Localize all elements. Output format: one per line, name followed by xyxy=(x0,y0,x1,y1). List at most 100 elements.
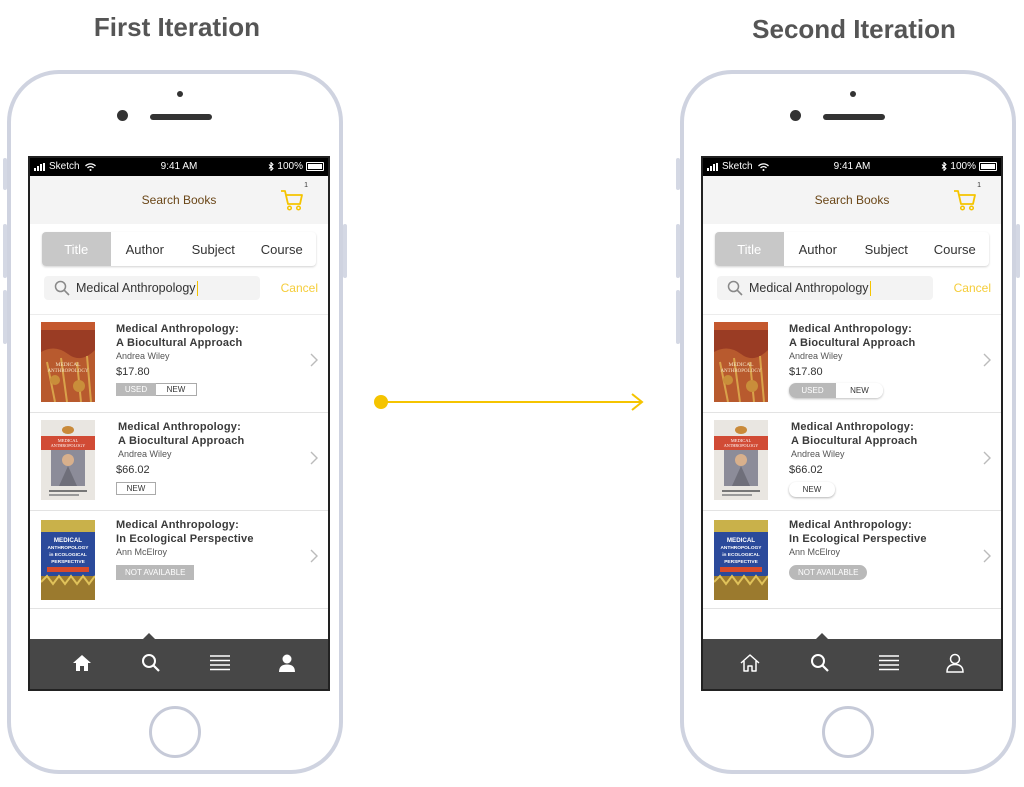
bottom-tab-bar xyxy=(703,633,1001,689)
book-author: Andrea Wiley xyxy=(789,351,843,361)
tab-course[interactable]: Course xyxy=(248,232,317,266)
text-cursor xyxy=(869,280,872,296)
chevron-right-icon xyxy=(310,451,318,465)
cart-icon xyxy=(281,190,303,211)
availability-badge: NOT AVAILABLE xyxy=(116,565,195,580)
book-title: Medical Anthropology: xyxy=(789,519,912,531)
new-option[interactable]: NEW xyxy=(156,383,197,396)
svg-text:PERSPECTIVE: PERSPECTIVE xyxy=(724,559,758,565)
search-icon xyxy=(54,280,70,296)
svg-text:MEDICAL: MEDICAL xyxy=(54,537,82,544)
profile-icon[interactable] xyxy=(276,652,298,674)
book-cover: MEDICAL ANTHROPOLOGY xyxy=(714,322,768,402)
speaker xyxy=(150,114,212,120)
status-bar: Sketch 9:41 AM 100% xyxy=(703,158,1001,176)
book-subtitle: A Biocultural Approach xyxy=(116,337,243,349)
list-item[interactable]: MEDICAL ANTHROPOLOGY in ECOLOGICAL PERSP… xyxy=(30,511,328,609)
book-title: Medical Anthropology: xyxy=(118,421,241,433)
cancel-button[interactable]: Cancel xyxy=(281,281,318,295)
svg-text:ANTHROPOLOGY: ANTHROPOLOGY xyxy=(720,545,762,551)
app-header: Search Books 1 xyxy=(703,176,1001,224)
used-option[interactable]: USED xyxy=(789,383,836,398)
search-filter-tabs: Title Author Subject Course xyxy=(715,232,989,266)
chevron-right-icon xyxy=(983,451,991,465)
list-item[interactable]: MEDICAL ANTHROPOLOGY in ECOLOGICAL PERSP… xyxy=(703,511,1001,609)
list-icon[interactable] xyxy=(209,652,231,674)
svg-text:MEDICAL: MEDICAL xyxy=(55,362,81,368)
cart-button[interactable]: 1 xyxy=(280,182,308,212)
book-author: Andrea Wiley xyxy=(791,449,845,459)
cart-button[interactable]: 1 xyxy=(953,182,981,212)
book-author: Andrea Wiley xyxy=(118,449,172,459)
bluetooth-icon xyxy=(269,162,275,171)
book-title: Medical Anthropology: xyxy=(116,519,239,531)
list-icon[interactable] xyxy=(878,652,900,674)
book-cover: MEDICAL ANTHROPOLOGY xyxy=(41,420,95,500)
list-item[interactable]: MEDICAL ANTHROPOLOGY Medical Anthropolog… xyxy=(703,413,1001,511)
search-icon xyxy=(727,280,743,296)
cancel-button[interactable]: Cancel xyxy=(954,281,991,295)
screen: Sketch 9:41 AM 100% Search Books 1 Title… xyxy=(701,156,1003,691)
tab-subject[interactable]: Subject xyxy=(852,232,921,266)
book-price: $17.80 xyxy=(116,366,150,378)
tab-title[interactable]: Title xyxy=(715,232,784,266)
profile-icon[interactable] xyxy=(944,652,966,674)
new-option[interactable]: NEW xyxy=(116,482,156,495)
search-filter-tabs: Title Author Subject Course xyxy=(42,232,316,266)
svg-text:ANTHROPOLOGY: ANTHROPOLOGY xyxy=(47,545,89,551)
tab-course[interactable]: Course xyxy=(921,232,990,266)
book-price: $17.80 xyxy=(789,366,823,378)
battery-icon xyxy=(306,162,324,171)
tab-author[interactable]: Author xyxy=(784,232,853,266)
cart-count-badge: 1 xyxy=(304,182,308,189)
list-item[interactable]: MEDICAL ANTHROPOLOGY Medical Anthropolog… xyxy=(30,413,328,511)
phone-second-iteration: Sketch 9:41 AM 100% Search Books 1 Title… xyxy=(676,70,1020,774)
svg-text:ANTHROPOLOGY: ANTHROPOLOGY xyxy=(47,369,89,374)
battery-icon xyxy=(979,162,997,171)
second-iteration-heading: Second Iteration xyxy=(752,14,956,44)
new-option[interactable]: NEW xyxy=(789,482,835,497)
search-query: Medical Anthropology xyxy=(76,281,196,295)
chevron-right-icon xyxy=(310,549,318,563)
tab-author[interactable]: Author xyxy=(111,232,180,266)
svg-text:MEDICAL: MEDICAL xyxy=(728,362,754,368)
app-header: Search Books 1 xyxy=(30,176,328,224)
battery-percent: 100% xyxy=(950,161,976,172)
book-subtitle: In Ecological Perspective xyxy=(116,533,254,545)
book-title: Medical Anthropology: xyxy=(789,323,912,335)
home-icon[interactable] xyxy=(739,652,761,674)
book-subtitle: A Biocultural Approach xyxy=(791,435,918,447)
tab-title[interactable]: Title xyxy=(42,232,111,266)
book-author: Ann McElroy xyxy=(789,547,841,557)
svg-text:in ECOLOGICAL: in ECOLOGICAL xyxy=(722,552,760,558)
front-camera xyxy=(790,110,801,121)
home-button[interactable] xyxy=(149,706,201,758)
home-button[interactable] xyxy=(822,706,874,758)
used-option[interactable]: USED xyxy=(116,383,156,396)
search-row: Medical Anthropology Cancel xyxy=(703,266,1001,315)
condition-selector: USED NEW xyxy=(789,383,883,398)
book-cover: MEDICAL ANTHROPOLOGY xyxy=(41,322,95,402)
home-icon[interactable] xyxy=(71,652,93,674)
book-author: Ann McElroy xyxy=(116,547,168,557)
svg-text:ANTHROPOLOGY: ANTHROPOLOGY xyxy=(51,443,85,448)
search-input[interactable]: Medical Anthropology xyxy=(717,276,933,300)
chevron-right-icon xyxy=(983,353,991,367)
tab-subject[interactable]: Subject xyxy=(179,232,248,266)
availability-badge: NOT AVAILABLE xyxy=(789,565,868,580)
condition-selector: NEW xyxy=(116,482,244,495)
list-item[interactable]: MEDICAL ANTHROPOLOGY Medical Anthropolog… xyxy=(703,315,1001,413)
book-title: Medical Anthropology: xyxy=(116,323,239,335)
book-price: $66.02 xyxy=(789,464,823,476)
first-iteration-heading: First Iteration xyxy=(93,12,261,42)
book-cover: MEDICAL ANTHROPOLOGY in ECOLOGICAL PERSP… xyxy=(714,520,768,600)
bottom-tab-bar xyxy=(30,633,328,689)
search-icon[interactable] xyxy=(809,652,831,674)
bluetooth-icon xyxy=(942,162,948,171)
search-icon[interactable] xyxy=(140,652,162,674)
svg-text:in ECOLOGICAL: in ECOLOGICAL xyxy=(49,552,87,558)
list-item[interactable]: MEDICAL ANTHROPOLOGY Medical Anthropolog… xyxy=(30,315,328,413)
svg-text:MEDICAL: MEDICAL xyxy=(727,537,755,544)
new-option[interactable]: NEW xyxy=(836,383,883,398)
search-input[interactable]: Medical Anthropology xyxy=(44,276,260,300)
